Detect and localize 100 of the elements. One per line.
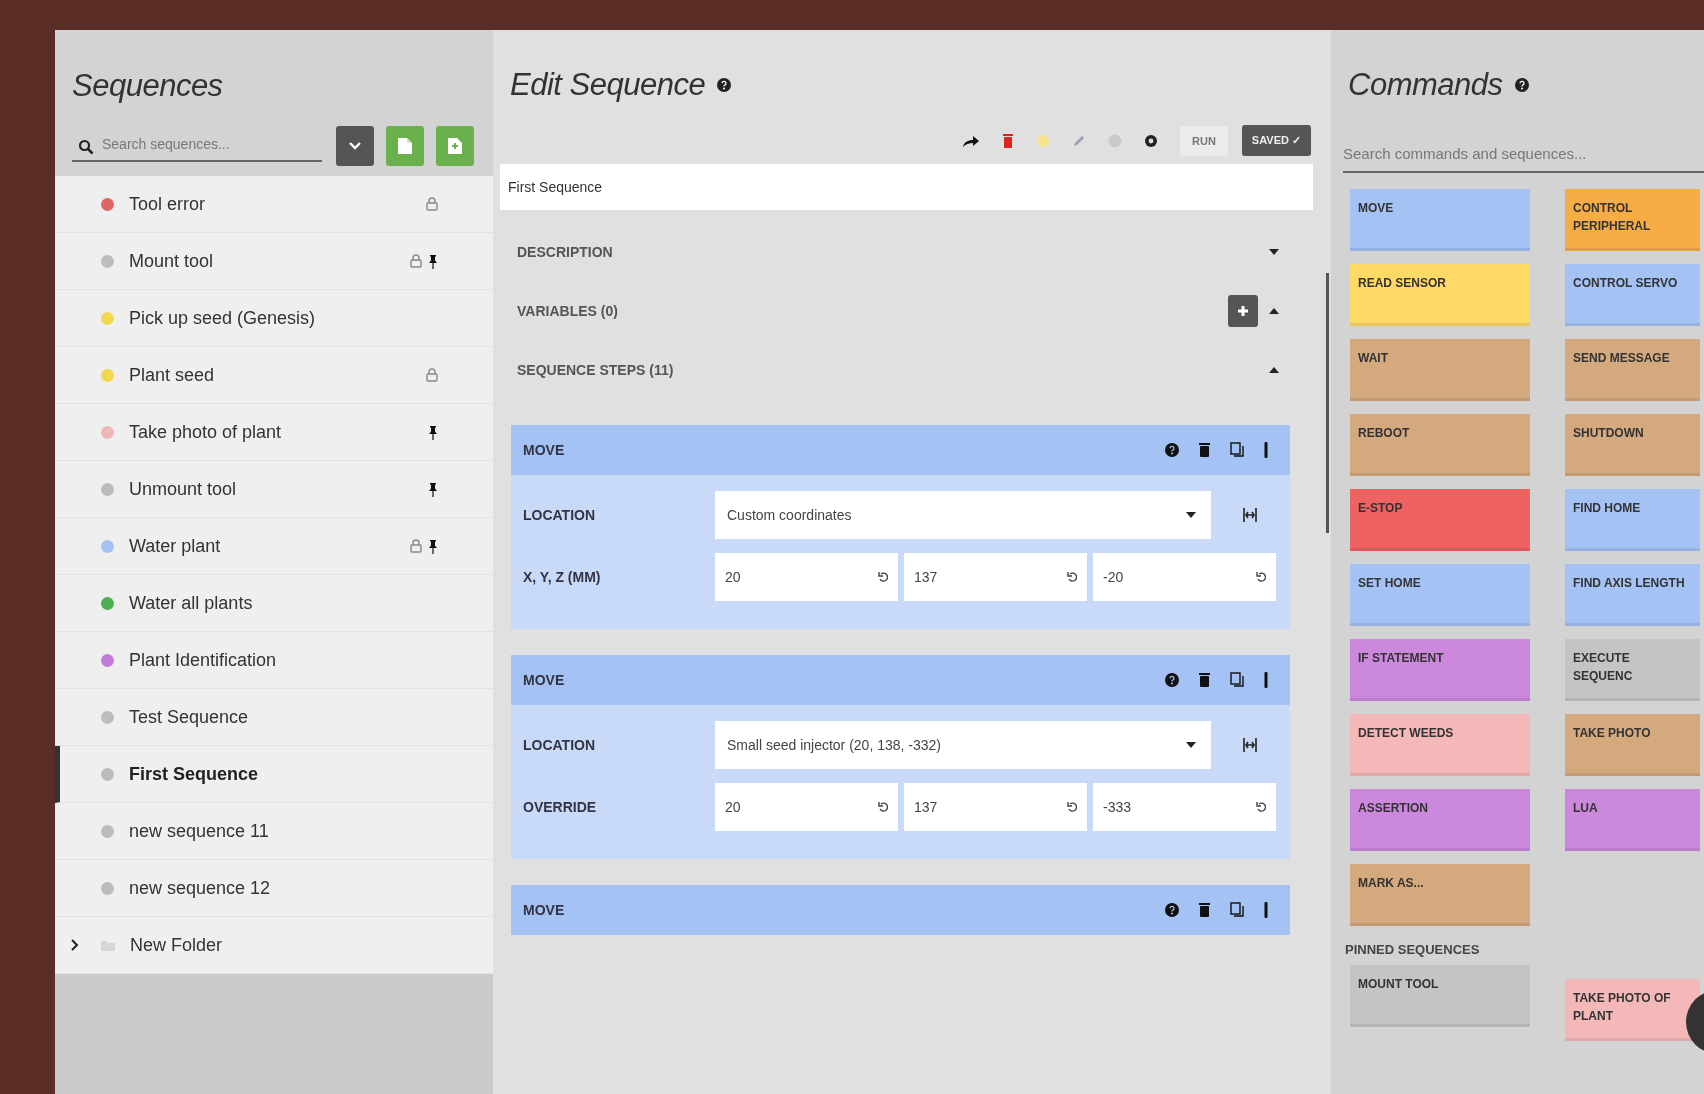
- caret-down-icon: [1185, 741, 1197, 749]
- copy-icon[interactable]: [1230, 672, 1244, 688]
- coordinate-value: -333: [1103, 799, 1132, 815]
- trash-icon[interactable]: [1199, 673, 1210, 687]
- command-block[interactable]: MARK AS...: [1350, 864, 1530, 926]
- add-folder-button[interactable]: [436, 126, 474, 166]
- dropdown-button[interactable]: [336, 126, 374, 166]
- reset-icon[interactable]: [878, 571, 888, 583]
- location-dropdown[interactable]: Small seed injector (20, 138, -332): [715, 721, 1211, 769]
- folder-icon: [101, 939, 115, 951]
- section-header[interactable]: SEQUENCE STEPS (11): [517, 361, 674, 378]
- chevron-down-icon: [348, 141, 362, 151]
- reset-icon[interactable]: [1256, 801, 1266, 813]
- share-icon[interactable]: [962, 133, 980, 148]
- panel-title: Edit Sequence: [510, 67, 706, 103]
- command-block[interactable]: CONTROL PERIPHERAL: [1565, 189, 1700, 251]
- drag-handle-icon[interactable]: [1264, 442, 1268, 458]
- copy-icon[interactable]: [1230, 902, 1244, 918]
- location-dropdown[interactable]: Custom coordinates: [715, 491, 1211, 539]
- command-block[interactable]: FIND HOME: [1565, 489, 1700, 551]
- sequence-item[interactable]: Plant seed: [55, 347, 493, 404]
- reset-icon[interactable]: [1067, 571, 1077, 583]
- copy-icon[interactable]: [1230, 442, 1244, 458]
- command-block[interactable]: LUA: [1565, 789, 1700, 851]
- help-icon[interactable]: [1165, 673, 1179, 687]
- command-block[interactable]: IF STATEMENT: [1350, 639, 1530, 701]
- sequence-item[interactable]: new sequence 12: [55, 860, 493, 917]
- add-variable-button[interactable]: [1228, 294, 1258, 327]
- command-block[interactable]: SEND MESSAGE: [1565, 339, 1700, 401]
- command-block[interactable]: E-STOP: [1350, 489, 1530, 551]
- coordinate-field[interactable]: 137: [904, 553, 1087, 601]
- chevron-right-icon[interactable]: [70, 939, 80, 951]
- pinned-sequence-block[interactable]: MOUNT TOOL: [1350, 965, 1530, 1027]
- coordinate-field[interactable]: -20: [1093, 553, 1276, 601]
- command-block[interactable]: FIND AXIS LENGTH: [1565, 564, 1700, 626]
- settings-icon[interactable]: [1144, 133, 1158, 148]
- command-block[interactable]: WAIT: [1350, 339, 1530, 401]
- drag-handle-icon[interactable]: [1264, 902, 1268, 918]
- drag-handle-icon[interactable]: [1264, 672, 1268, 688]
- help-icon[interactable]: [1165, 443, 1179, 457]
- search-field[interactable]: Search commands and sequences...: [1343, 135, 1704, 173]
- sequence-name: new sequence 12: [129, 877, 272, 899]
- trash-icon[interactable]: [1199, 443, 1210, 457]
- sequence-name: Take photo of plant: [129, 421, 283, 443]
- search-field[interactable]: Search sequences...: [72, 130, 322, 162]
- sequence-item[interactable]: Tool error: [55, 176, 493, 233]
- help-icon[interactable]: [717, 78, 732, 92]
- sequence-item[interactable]: Take photo of plant: [55, 404, 493, 461]
- command-block[interactable]: REBOOT: [1350, 414, 1530, 476]
- panel-title: Sequences: [72, 68, 224, 104]
- reset-icon[interactable]: [1067, 801, 1077, 813]
- command-block[interactable]: SHUTDOWN: [1565, 414, 1700, 476]
- color-swatch-icon[interactable]: [1036, 133, 1050, 148]
- sequence-item[interactable]: Plant Identification: [55, 632, 493, 689]
- coordinate-field[interactable]: 20: [715, 553, 898, 601]
- sequence-name: Pick up seed (Genesis): [129, 307, 317, 329]
- caret-up-icon[interactable]: [1268, 306, 1280, 315]
- sequence-item[interactable]: Water plant: [55, 518, 493, 575]
- sequence-name: Unmount tool: [129, 478, 238, 500]
- field-label: X, Y, Z (MM): [523, 569, 602, 585]
- section-header[interactable]: DESCRIPTION: [517, 243, 613, 260]
- sequence-name: Tool error: [129, 193, 207, 215]
- coordinate-value: 137: [914, 569, 938, 585]
- add-sequence-button[interactable]: [386, 126, 424, 166]
- command-block[interactable]: TAKE PHOTO: [1565, 714, 1700, 776]
- command-block[interactable]: SET HOME: [1350, 564, 1530, 626]
- search-icon: [78, 139, 94, 155]
- sequence-item[interactable]: Unmount tool: [55, 461, 493, 518]
- field-label: OVERRIDE: [523, 799, 598, 815]
- sequence-item[interactable]: Test Sequence: [55, 689, 493, 746]
- sequence-item[interactable]: new sequence 11: [55, 803, 493, 860]
- run-button[interactable]: RUN: [1180, 125, 1228, 156]
- command-block[interactable]: READ SENSOR: [1350, 264, 1530, 326]
- saved-button[interactable]: SAVED ✓: [1241, 125, 1311, 156]
- reset-icon[interactable]: [878, 801, 888, 813]
- sequence-item[interactable]: Mount tool: [55, 233, 493, 290]
- scrollbar[interactable]: [1326, 273, 1329, 533]
- sequence-item[interactable]: Pick up seed (Genesis): [55, 290, 493, 347]
- command-block[interactable]: DETECT WEEDS: [1350, 714, 1530, 776]
- command-block[interactable]: ASSERTION: [1350, 789, 1530, 851]
- folder-name: New Folder: [130, 934, 224, 956]
- caret-down-icon[interactable]: [1268, 247, 1280, 256]
- coordinate-value: -20: [1103, 569, 1124, 585]
- command-block[interactable]: EXECUTE SEQUENC: [1565, 639, 1700, 701]
- coordinate-field[interactable]: 137: [904, 783, 1087, 831]
- reset-icon[interactable]: [1256, 571, 1266, 583]
- help-icon[interactable]: [1514, 78, 1529, 92]
- pinned-sequence-block[interactable]: TAKE PHOTO OF PLANT: [1565, 979, 1700, 1041]
- sequence-item[interactable]: Water all plants: [55, 575, 493, 632]
- caret-up-icon[interactable]: [1268, 365, 1280, 374]
- dropdown-value: Custom coordinates: [727, 507, 852, 523]
- coordinate-field[interactable]: -333: [1093, 783, 1276, 831]
- command-block[interactable]: CONTROL SERVO: [1565, 264, 1700, 326]
- command-block[interactable]: MOVE: [1350, 189, 1530, 251]
- help-icon[interactable]: [1165, 903, 1179, 917]
- name-field[interactable]: First Sequence: [500, 164, 1313, 210]
- section-header[interactable]: VARIABLES (0): [517, 302, 618, 319]
- coordinate-field[interactable]: 20: [715, 783, 898, 831]
- trash-icon[interactable]: [1199, 903, 1210, 917]
- step-title: MOVE: [523, 902, 565, 918]
